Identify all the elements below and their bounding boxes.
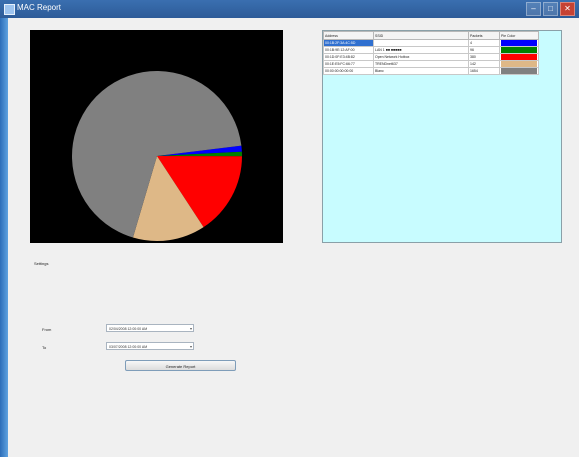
to-date-value: 03/07/2008 12:00:00 AM	[109, 345, 148, 349]
ssid-cell	[373, 39, 469, 47]
window-left-frame	[0, 18, 8, 457]
chevron-down-icon[interactable]: ▾	[190, 325, 192, 333]
packets-cell: 96	[468, 46, 500, 54]
ssid-cell: Blanc	[373, 67, 469, 75]
pie-color-cell	[499, 39, 539, 47]
col-header-address[interactable]: Address	[323, 31, 374, 40]
grid-header-row: Address SSID Packets Pie Color	[323, 31, 539, 40]
from-date-value: 02/04/2008 12:00:00 AM	[109, 327, 148, 331]
title-bar: MAC Report – □ ✕	[0, 0, 579, 19]
close-button[interactable]: ✕	[560, 2, 575, 16]
color-swatch	[501, 40, 537, 46]
pie-color-cell	[499, 46, 539, 54]
maximize-button[interactable]: □	[543, 2, 558, 16]
col-header-pie-color[interactable]: Pie Color	[499, 31, 539, 40]
table-row[interactable]: 00:1B:2F:3A:4C:5D 4	[323, 39, 539, 47]
packets-cell: 380	[468, 53, 500, 61]
ssid-cell: LAN 1 ■■ ■■■■■	[373, 46, 469, 54]
chevron-down-icon[interactable]: ▾	[190, 343, 192, 351]
to-label: To	[42, 345, 47, 350]
packets-cell: 142	[468, 60, 500, 68]
window-title: MAC Report	[17, 3, 62, 12]
minimize-button[interactable]: –	[526, 2, 541, 16]
color-swatch	[501, 68, 537, 74]
table-row[interactable]: 00:1B:9E:12:AF:00 LAN 1 ■■ ■■■■■ 96	[323, 46, 539, 54]
settings-label: Settings	[34, 261, 49, 266]
pie-chart-svg	[72, 71, 243, 242]
color-swatch	[501, 54, 537, 60]
pie-color-cell	[499, 67, 539, 75]
packets-cell: 4	[468, 39, 500, 47]
grid-body: 00:1B:2F:3A:4C:5D 4 00:1B:9E:12:AF:00 LAN 1…	[323, 39, 539, 75]
app-icon	[4, 4, 15, 15]
table-row[interactable]: 00:1D:0F:E3:4B:82 Open Network Hotbox 380	[323, 53, 539, 61]
packets-cell: 1654	[468, 67, 500, 75]
from-date-picker[interactable]: 02/04/2008 12:00:00 AM ▾	[106, 324, 194, 332]
pie-color-cell	[499, 60, 539, 68]
ssid-cell: Open Network Hotbox	[373, 53, 469, 61]
col-header-packets[interactable]: Packets	[468, 31, 500, 40]
col-header-ssid[interactable]: SSID	[373, 31, 469, 40]
grid-table: Address SSID Packets Pie Color 00:1B:2F:…	[323, 31, 539, 75]
color-swatch	[501, 47, 537, 53]
address-cell: 00:1E:E5:FC:66:77	[323, 60, 374, 68]
table-row[interactable]: 00:00:00:00:00:00 Blanc 1654	[323, 67, 539, 75]
window-controls: – □ ✕	[526, 2, 575, 16]
color-swatch	[501, 61, 537, 67]
mac-data-grid[interactable]: Address SSID Packets Pie Color 00:1B:2F:…	[322, 30, 562, 243]
from-label: From	[42, 327, 52, 332]
address-cell: 00:1B:2F:3A:4C:5D	[323, 39, 374, 47]
address-cell: 00:1B:9E:12:AF:00	[323, 46, 374, 54]
address-cell: 00:00:00:00:00:00	[323, 67, 374, 75]
ssid-cell: TRENDnet637	[373, 60, 469, 68]
address-cell: 00:1D:0F:E3:4B:82	[323, 53, 374, 61]
pie-color-cell	[499, 53, 539, 61]
pie-chart	[30, 30, 283, 243]
generate-report-button[interactable]: Generate Report	[125, 360, 236, 371]
to-date-picker[interactable]: 03/07/2008 12:00:00 AM ▾	[106, 342, 194, 350]
table-row[interactable]: 00:1E:E5:FC:66:77 TRENDnet637 142	[323, 60, 539, 68]
